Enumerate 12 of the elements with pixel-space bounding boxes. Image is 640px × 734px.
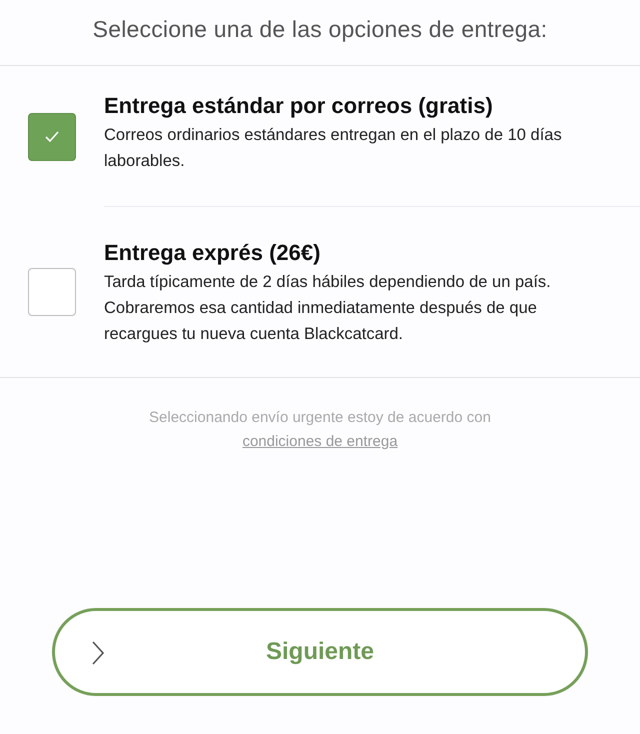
option-description: Correos ordinarios estándares entregan en el plazo de 10 días laborables. (104, 125, 563, 172)
terms-note: Seleccionando envío urgente estoy de acuerdo con condiciones de entrega (148, 408, 492, 452)
checkbox[interactable] (28, 112, 76, 160)
checkbox[interactable] (28, 268, 76, 316)
page-heading: Seleccione una de las opciones de entrega: (92, 15, 548, 44)
terms-link[interactable]: condiciones de entrega (242, 433, 398, 450)
option-title: Entrega estándar por correos (gratis) (104, 92, 494, 120)
next-button[interactable]: Siguiente (52, 608, 588, 696)
checkmark-icon (45, 131, 59, 142)
option-description: Tarda típicamente de 2 días hábiles dependiendo de un país. Cobraremos esa cantidad inmediatamente después de que recargues tu nueva cuenta Blackcatcard. (104, 272, 552, 345)
option-title: Entrega exprés (26€) (104, 239, 322, 267)
chevron-right-icon (91, 641, 105, 665)
